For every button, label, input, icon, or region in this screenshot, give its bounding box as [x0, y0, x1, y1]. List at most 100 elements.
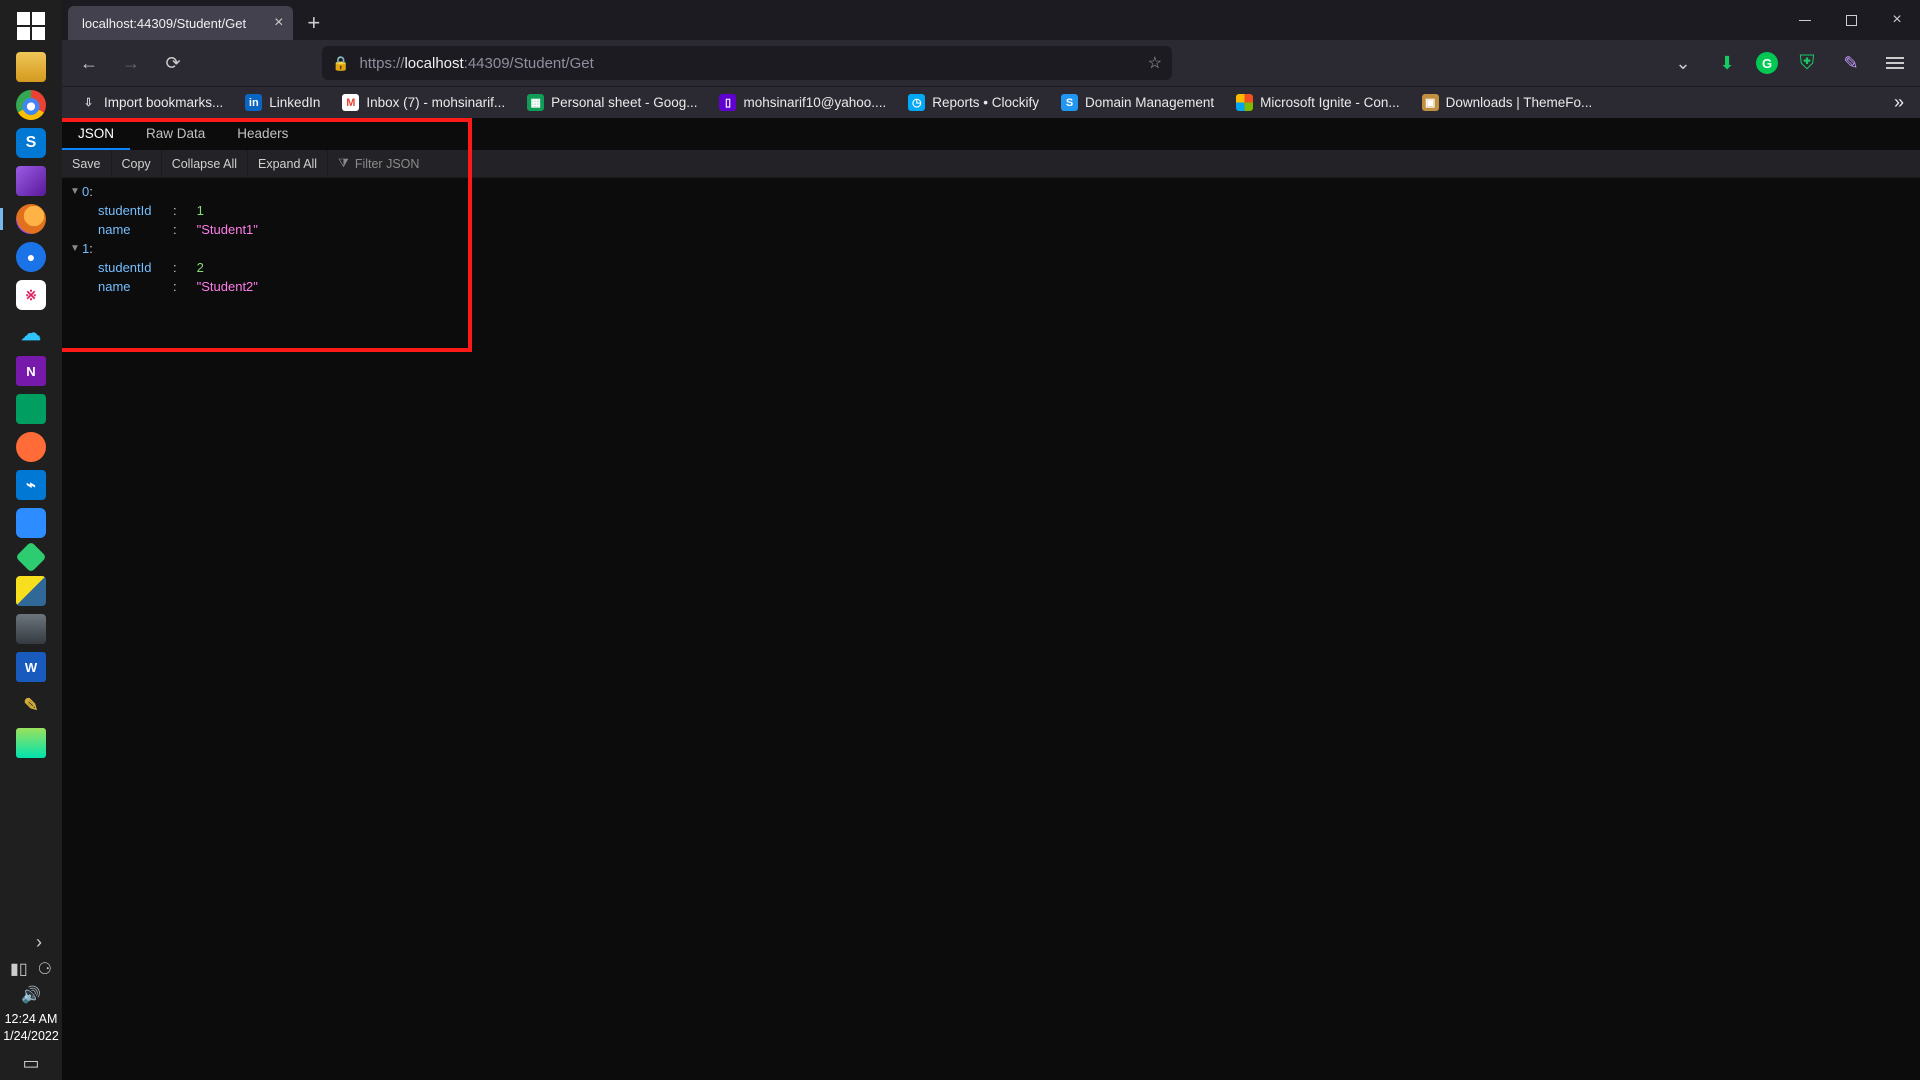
bookmarks-overflow-icon[interactable]: » — [1894, 92, 1910, 113]
bookmark-domain[interactable]: S Domain Management — [1053, 87, 1222, 118]
bookmark-label: Import bookmarks... — [104, 95, 223, 110]
eyedropper-icon[interactable]: ✎ — [1836, 48, 1866, 78]
pocket-icon[interactable]: ⌄ — [1668, 48, 1698, 78]
url-bar[interactable]: 🔒 https://localhost:44309/Student/Get ☆ — [322, 46, 1172, 80]
filter-placeholder: Filter JSON — [355, 157, 420, 171]
new-tab-button[interactable]: + — [293, 6, 334, 40]
taskbar-onenote-icon[interactable]: N — [16, 356, 46, 386]
battery-icon[interactable]: ▮▯ — [10, 959, 28, 979]
browser-tab-active[interactable]: localhost:44309/Student/Get × — [68, 6, 293, 40]
bookmark-label: Personal sheet - Goog... — [551, 95, 697, 110]
downloads-icon[interactable]: ⬇ — [1712, 48, 1742, 78]
json-copy-button[interactable]: Copy — [112, 150, 162, 177]
bookmark-label: mohsinarif10@yahoo.... — [743, 95, 886, 110]
json-kv-studentid-0[interactable]: studentId: 1 — [70, 201, 1920, 220]
nav-reload-button[interactable]: ⟳ — [156, 46, 190, 80]
nav-back-button[interactable]: ← — [72, 46, 106, 80]
json-filter-input[interactable]: ⧩ Filter JSON — [328, 150, 429, 177]
taskbar-word-icon[interactable]: W — [16, 652, 46, 682]
window-minimize-button[interactable] — [1782, 0, 1828, 40]
bookmark-clockify[interactable]: ◷ Reports • Clockify — [900, 87, 1047, 118]
clock-time: 12:24 AM — [3, 1011, 59, 1028]
ms-icon — [1236, 94, 1253, 111]
bookmark-label: Microsoft Ignite - Con... — [1260, 95, 1400, 110]
wifi-icon[interactable]: ⚆ — [38, 959, 52, 979]
bookmark-themeforest[interactable]: ▣ Downloads | ThemeFo... — [1414, 87, 1601, 118]
taskbar-cloud-icon[interactable]: ☁ — [16, 318, 46, 348]
json-tab-json[interactable]: JSON — [62, 118, 130, 150]
taskbar-tray: › ▮▯ ⚆ 🔊 12:24 AM 1/24/2022 ▭ — [0, 932, 62, 1080]
json-node-1[interactable]: ▼ 1: — [70, 239, 1920, 258]
clockify-icon: ◷ — [908, 94, 925, 111]
json-kv-studentid-1[interactable]: studentId: 2 — [70, 258, 1920, 277]
bookmark-gmail[interactable]: M Inbox (7) - mohsinarif... — [334, 87, 513, 118]
bookmark-yahoo[interactable]: ▯ mohsinarif10@yahoo.... — [711, 87, 894, 118]
taskbar-visual-studio-icon[interactable] — [16, 166, 46, 196]
windows-taskbar: S ● ※ ☁ N ⌁ W ✎ › ▮▯ ⚆ 🔊 12:24 AM 1/24/2… — [0, 0, 62, 1080]
taskbar-slack-icon[interactable]: ※ — [16, 280, 46, 310]
json-tab-raw-data[interactable]: Raw Data — [130, 118, 221, 150]
nav-toolbar: ← → ⟳ 🔒 https://localhost:44309/Student/… — [62, 40, 1920, 86]
taskbar-zoom-icon[interactable] — [16, 508, 46, 538]
taskbar-postman-icon[interactable] — [16, 432, 46, 462]
domain-icon: S — [1061, 94, 1078, 111]
app-menu-button[interactable] — [1880, 48, 1910, 78]
json-save-button[interactable]: Save — [62, 150, 112, 177]
taskbar-clock[interactable]: 12:24 AM 1/24/2022 — [3, 1011, 59, 1045]
window-maximize-button[interactable] — [1828, 0, 1874, 40]
nav-forward-button[interactable]: → — [114, 46, 148, 80]
start-button[interactable] — [17, 12, 45, 40]
window-controls: × — [1782, 0, 1920, 40]
taskbar-pycharm-icon[interactable] — [16, 576, 46, 606]
bookmark-import[interactable]: ⇩ Import bookmarks... — [72, 87, 231, 118]
json-expand-all-button[interactable]: Expand All — [248, 150, 328, 177]
grammarly-icon[interactable]: G — [1756, 52, 1778, 74]
themeforest-icon: ▣ — [1422, 94, 1439, 111]
notifications-icon[interactable]: ▭ — [22, 1053, 39, 1074]
taskbar-maps-icon[interactable]: ● — [16, 242, 46, 272]
window-close-button[interactable]: × — [1874, 0, 1920, 40]
bookmark-label: Inbox (7) - mohsinarif... — [366, 95, 505, 110]
bookmark-sheets[interactable]: ▦ Personal sheet - Goog... — [519, 87, 705, 118]
tab-title: localhost:44309/Student/Get — [82, 16, 246, 31]
tray-overflow-icon[interactable]: › — [36, 932, 42, 953]
taskbar-brush-icon[interactable]: ✎ — [16, 690, 46, 720]
json-node-0[interactable]: ▼ 0: — [70, 182, 1920, 201]
taskbar-chrome-icon[interactable] — [16, 90, 46, 120]
firefox-window: localhost:44309/Student/Get × + × ← → ⟳ … — [62, 0, 1920, 1080]
bookmark-label: Domain Management — [1085, 95, 1214, 110]
taskbar-pictures-icon[interactable] — [16, 614, 46, 644]
taskbar-vscode-icon[interactable]: ⌁ — [16, 470, 46, 500]
bookmark-star-icon[interactable]: ☆ — [1148, 53, 1162, 73]
disclosure-icon[interactable]: ▼ — [70, 182, 82, 201]
lock-icon: 🔒 — [332, 55, 349, 72]
filter-icon: ⧩ — [338, 156, 349, 171]
json-tab-headers[interactable]: Headers — [221, 118, 304, 150]
json-kv-name-0[interactable]: name: "Student1" — [70, 220, 1920, 239]
sheets-icon: ▦ — [527, 94, 544, 111]
bookmark-label: Reports • Clockify — [932, 95, 1039, 110]
volume-icon[interactable]: 🔊 — [21, 985, 41, 1005]
json-collapse-all-button[interactable]: Collapse All — [162, 150, 248, 177]
bookmark-label: LinkedIn — [269, 95, 320, 110]
gmail-icon: M — [342, 94, 359, 111]
tab-close-icon[interactable]: × — [274, 14, 283, 32]
taskbar-firefox-icon[interactable] — [16, 204, 46, 234]
json-kv-name-1[interactable]: name: "Student2" — [70, 277, 1920, 296]
taskbar-skype-icon[interactable]: S — [16, 128, 46, 158]
taskbar-diamond-icon[interactable] — [15, 541, 46, 572]
disclosure-icon[interactable]: ▼ — [70, 239, 82, 258]
json-viewer-tabs: JSON Raw Data Headers — [62, 118, 1920, 150]
json-viewer-toolbar: Save Copy Collapse All Expand All ⧩ Filt… — [62, 150, 1920, 178]
bookmarks-toolbar: ⇩ Import bookmarks... in LinkedIn M Inbo… — [62, 86, 1920, 118]
taskbar-file-explorer-icon[interactable] — [16, 52, 46, 82]
taskbar-apps: S ● ※ ☁ N ⌁ W ✎ — [16, 52, 46, 758]
clock-date: 1/24/2022 — [3, 1028, 59, 1045]
taskbar-sheet-icon[interactable] — [16, 728, 46, 758]
shield-icon[interactable]: ⛨ — [1792, 48, 1822, 78]
import-icon: ⇩ — [80, 94, 97, 111]
bookmark-linkedin[interactable]: in LinkedIn — [237, 87, 328, 118]
taskbar-green-app-icon[interactable] — [16, 394, 46, 424]
bookmark-ms-ignite[interactable]: Microsoft Ignite - Con... — [1228, 87, 1408, 118]
bookmark-label: Downloads | ThemeFo... — [1446, 95, 1593, 110]
